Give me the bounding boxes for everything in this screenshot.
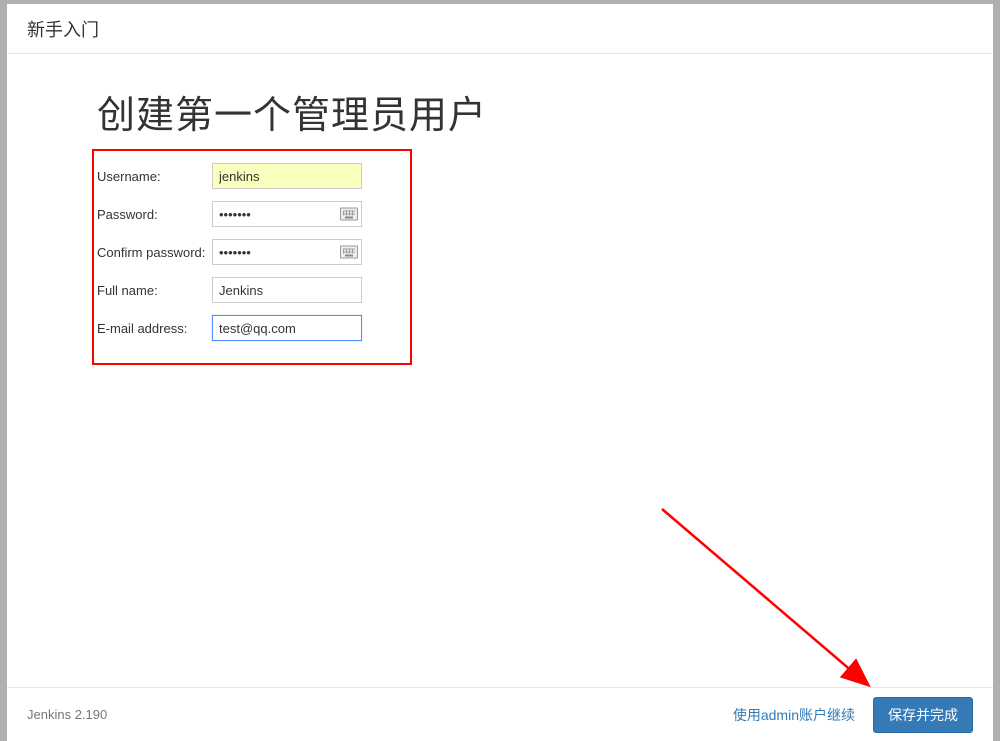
input-wrap-email <box>212 315 362 341</box>
annotation-arrow <box>657 504 917 687</box>
row-confirm-password: Confirm password: <box>97 233 903 271</box>
row-fullname: Full name: <box>97 271 903 309</box>
label-confirm-password: Confirm password: <box>97 245 212 260</box>
label-fullname: Full name: <box>97 283 212 298</box>
keyboard-icon[interactable] <box>340 208 358 221</box>
label-email: E-mail address: <box>97 321 212 336</box>
create-admin-form: Username: Password: Confirm password: <box>97 157 903 347</box>
wizard-header-title: 新手入门 <box>27 16 99 42</box>
continue-as-admin-link[interactable]: 使用admin账户继续 <box>733 705 855 725</box>
version-label: Jenkins 2.190 <box>27 707 107 722</box>
footer-actions: 使用admin账户继续 保存并完成 <box>733 697 973 733</box>
label-username: Username: <box>97 169 212 184</box>
label-password: Password: <box>97 207 212 222</box>
wizard-body: 创建第一个管理员用户 Username: Password: Confirm p… <box>7 54 993 687</box>
wizard-header: 新手入门 <box>7 4 993 54</box>
username-input[interactable] <box>212 163 362 189</box>
wizard-footer: Jenkins 2.190 使用admin账户继续 保存并完成 <box>7 687 993 741</box>
wizard-container: 新手入门 创建第一个管理员用户 Username: Password: Conf… <box>7 4 993 741</box>
row-username: Username: <box>97 157 903 195</box>
page-title: 创建第一个管理员用户 <box>97 84 903 139</box>
input-wrap-username <box>212 163 362 189</box>
input-wrap-password <box>212 201 362 227</box>
fullname-input[interactable] <box>212 277 362 303</box>
row-password: Password: <box>97 195 903 233</box>
email-input[interactable] <box>212 315 362 341</box>
row-email: E-mail address: <box>97 309 903 347</box>
input-wrap-fullname <box>212 277 362 303</box>
keyboard-icon[interactable] <box>340 246 358 259</box>
input-wrap-confirm-password <box>212 239 362 265</box>
save-and-finish-button[interactable]: 保存并完成 <box>873 697 973 733</box>
